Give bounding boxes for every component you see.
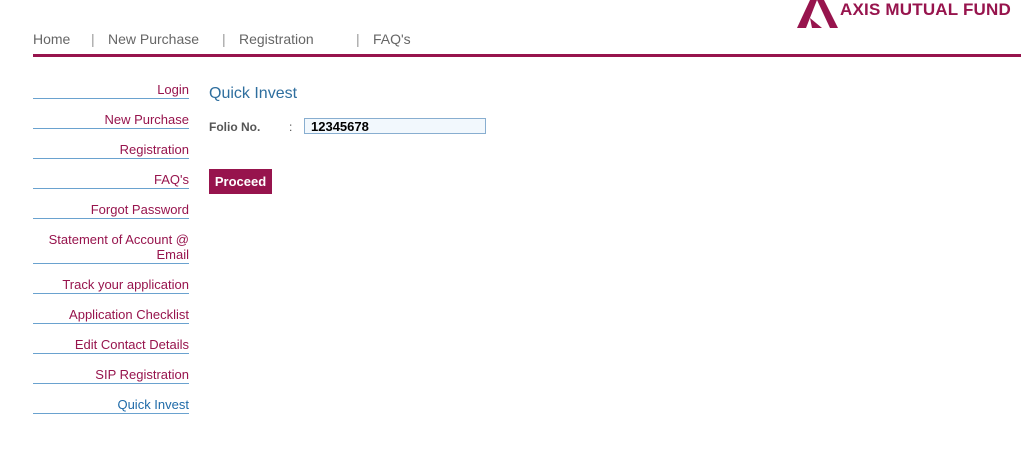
axis-mutual-fund-logo[interactable]: AXIS MUTUAL FUND: [797, 0, 1024, 30]
sidebar-item-quick-invest[interactable]: Quick Invest: [33, 397, 189, 414]
sidebar-item-new-purchase[interactable]: New Purchase: [33, 112, 189, 129]
sidebar-item-track-application[interactable]: Track your application: [33, 277, 189, 294]
sidebar-item-registration[interactable]: Registration: [33, 142, 189, 159]
folio-number-input[interactable]: [304, 118, 486, 134]
sidebar-item-forgot-password[interactable]: Forgot Password: [33, 202, 189, 219]
topnav-separator: |: [91, 31, 95, 47]
axis-triangle-icon: [797, 0, 838, 28]
sidebar-item-login[interactable]: Login: [33, 82, 189, 99]
topnav-faqs-link[interactable]: FAQ's: [373, 31, 411, 47]
brand-name: AXIS MUTUAL FUND: [840, 0, 1011, 19]
page-title: Quick Invest: [209, 85, 298, 102]
nav-divider: [33, 54, 1021, 57]
folio-label: Folio No.: [209, 120, 261, 134]
topnav-home-link[interactable]: Home: [33, 31, 70, 47]
sidebar-item-sip-registration[interactable]: SIP Registration: [33, 367, 189, 384]
sidebar-item-application-checklist[interactable]: Application Checklist: [33, 307, 189, 324]
proceed-button[interactable]: Proceed: [209, 169, 272, 194]
sidebar-item-edit-contact-details[interactable]: Edit Contact Details: [33, 337, 189, 354]
topnav-registration-link[interactable]: Registration: [239, 31, 314, 47]
sidebar-item-faqs[interactable]: FAQ's: [33, 172, 189, 189]
topnav-separator: |: [356, 31, 360, 47]
folio-colon: :: [289, 120, 293, 134]
topnav-separator: |: [222, 31, 226, 47]
topnav-new-purchase-link[interactable]: New Purchase: [108, 31, 199, 47]
sidebar-item-statement-of-account[interactable]: Statement of Account @ Email: [33, 232, 189, 264]
